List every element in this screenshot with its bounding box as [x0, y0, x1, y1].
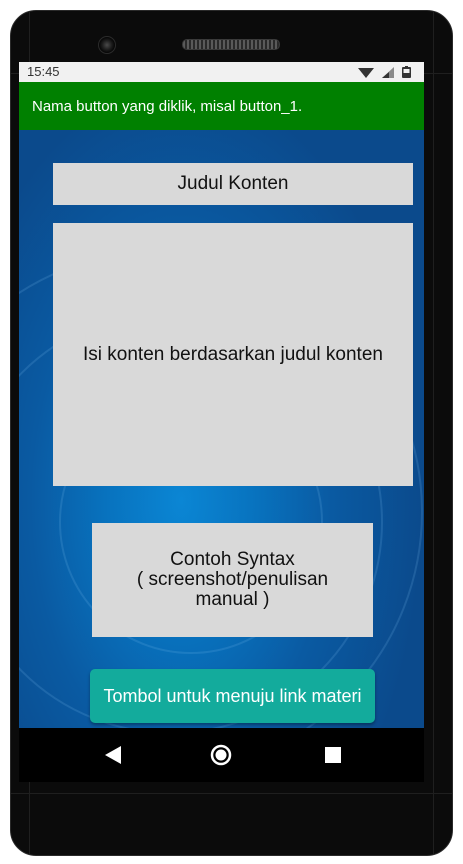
- status-time: 15:45: [27, 64, 60, 79]
- content-body-text: Isi konten berdasarkan judul konten: [83, 343, 383, 365]
- earpiece-speaker: [182, 39, 280, 50]
- status-icons: [356, 65, 416, 79]
- wifi-icon: [358, 68, 374, 78]
- app-bar: Nama button yang diklik, misal button_1.: [19, 82, 424, 130]
- status-bar: 15:45: [19, 62, 424, 82]
- navigation-bar: [19, 728, 424, 782]
- frame-divider-right: [433, 11, 434, 855]
- content-title: Judul Konten: [53, 163, 413, 205]
- syntax-line-2: ( screenshot/penulisan: [136, 569, 329, 590]
- app-bar-title: Nama button yang diklik, misal button_1.: [32, 98, 303, 115]
- syntax-example: Contoh Syntax ( screenshot/penulisan man…: [92, 523, 373, 637]
- signal-icon: [382, 67, 394, 78]
- back-icon[interactable]: [101, 743, 125, 767]
- home-icon[interactable]: [209, 743, 233, 767]
- material-link-button[interactable]: Tombol untuk menuju link materi: [90, 669, 375, 723]
- syntax-line-3: manual ): [195, 589, 270, 610]
- recent-apps-icon[interactable]: [321, 743, 345, 767]
- syntax-line-1: Contoh Syntax: [170, 549, 295, 570]
- content-body: Isi konten berdasarkan judul konten: [53, 223, 413, 486]
- front-camera: [98, 36, 116, 54]
- frame-divider-bottom: [11, 793, 452, 794]
- content-area: Judul Konten Isi konten berdasarkan judu…: [19, 130, 424, 728]
- battery-icon: [402, 66, 411, 78]
- app-screen: 15:45 Nama button yang diklik, misal but…: [19, 62, 424, 728]
